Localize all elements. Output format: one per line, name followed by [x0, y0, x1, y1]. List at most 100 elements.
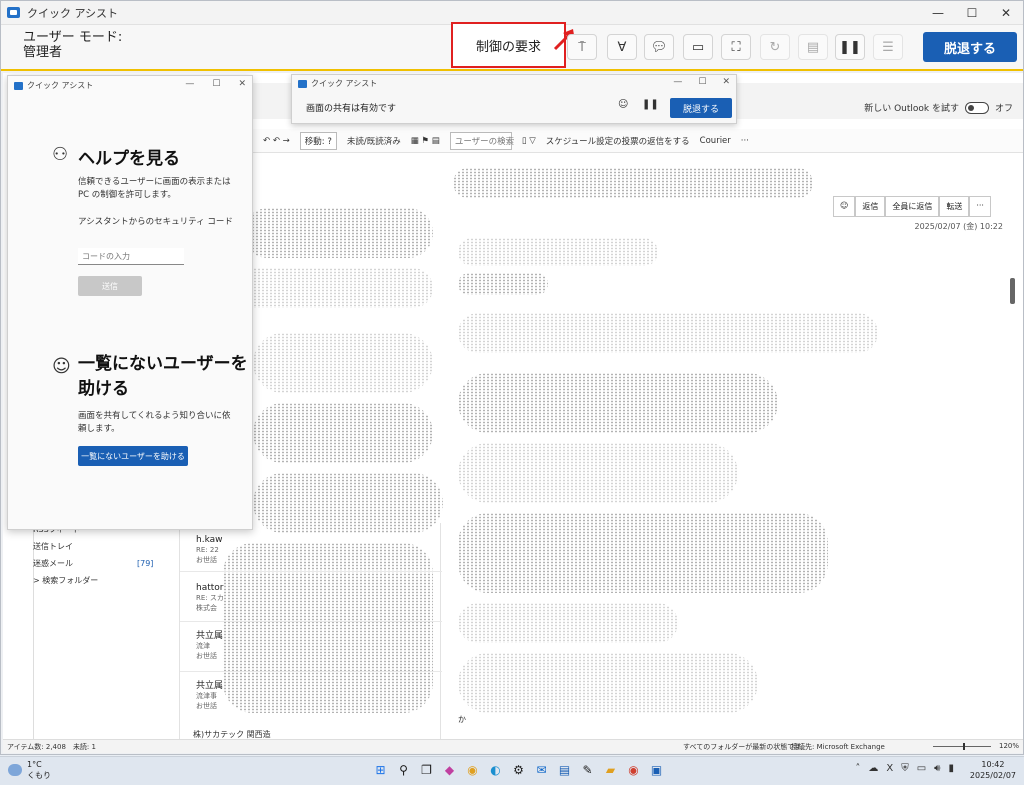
emoji-icon[interactable]: ☺ [833, 196, 856, 217]
restart-icon[interactable]: ↻ [760, 34, 790, 60]
mini-leave-button[interactable]: 脱退する [670, 98, 732, 118]
more-icon[interactable]: ☰ [873, 34, 903, 60]
chat-icon[interactable]: ☺ [618, 99, 628, 110]
blurred-content [458, 373, 778, 433]
list-item[interactable]: h.kaw RE: 22 お世話 [196, 535, 223, 565]
start-icon[interactable]: ⊞ [372, 760, 389, 780]
monitor-icon[interactable]: ▭ [683, 34, 713, 60]
forward-button[interactable]: 転送 [939, 196, 970, 217]
security-code-label: アシスタントからのセキュリティ コード [78, 217, 233, 227]
close-button[interactable]: ✕ [989, 1, 1023, 25]
mini-quick-assist-bar: クイック アシスト — ☐ ✕ 画面の共有は有効です ☺ ❚❚ 脱退する [291, 74, 737, 124]
quick-assist-app-icon [7, 7, 20, 18]
undo-icon[interactable]: ↶ ↶ → [263, 136, 290, 146]
minimize-button[interactable]: — [673, 77, 682, 87]
folder-item[interactable]: > 検索フォルダー [33, 572, 153, 589]
copilot-icon[interactable]: ◆ [441, 760, 458, 780]
pause-icon[interactable]: ❚❚ [835, 34, 865, 60]
user-mode: ユーザー モード: 管理者 [23, 30, 122, 60]
laser-pointer-icon[interactable]: ⍑ [567, 34, 597, 60]
quick-assist-window: クイック アシスト — ☐ ✕ ユーザー モード: 管理者 制御の要求 ⍑ ∀ … [0, 0, 1024, 755]
task-manager-icon[interactable]: ▤ [798, 34, 828, 60]
clock-time: 10:42 [981, 760, 1005, 769]
remote-screen[interactable]: 新しい Outlook を試す オフ ↶ ↶ → 移動: ? 未読/既読済み ▦… [3, 73, 1023, 753]
weather-widget[interactable]: 1°C くもり [8, 759, 51, 781]
schedule-poll-button[interactable]: スケジュール設定の投票の返信をする [546, 135, 690, 147]
folder-item[interactable]: 送信トレイ [33, 538, 153, 555]
blurred-content [458, 443, 738, 503]
display-icon[interactable]: ▭ [917, 763, 926, 774]
maximize-button[interactable]: ☐ [698, 77, 706, 87]
blurred-content [458, 273, 548, 295]
onedrive-icon[interactable]: ☁ [868, 763, 878, 774]
leave-button[interactable]: 脱退する [923, 32, 1017, 62]
zoom-slider[interactable] [933, 743, 991, 750]
clock[interactable]: 10:42 2025/02/07 [970, 759, 1016, 781]
category-icon[interactable]: ▦ ⚑ ▤ [411, 136, 440, 146]
outlook-icon[interactable]: ✉ [533, 760, 550, 780]
weather-temp: 1°C [27, 760, 42, 769]
blurred-content [453, 168, 813, 198]
pause-icon[interactable]: ❚❚ [642, 99, 659, 110]
edge-icon[interactable]: ◐ [487, 760, 504, 780]
notepad-icon[interactable]: ▤ [556, 760, 573, 780]
list-item[interactable]: hattor RE: スカ 株式会 [196, 583, 224, 613]
x-icon[interactable]: X [886, 763, 893, 774]
mail-date: 2025/02/07 (金) 10:22 [914, 222, 1004, 231]
minimize-button[interactable]: — [921, 1, 955, 25]
chrome-icon[interactable]: ◉ [464, 760, 481, 780]
reply-all-button[interactable]: 全員に返信 [885, 196, 940, 217]
send-button[interactable]: 送信 [78, 276, 142, 296]
divider [180, 621, 442, 622]
chat-icon[interactable]: 💬︎ [644, 34, 674, 60]
quick-assist-app-icon [298, 79, 307, 88]
help-panel-title: クイック アシスト [14, 80, 93, 91]
ribbon-more-button[interactable]: ··· [741, 136, 749, 146]
unread-read-button[interactable]: 未読/既読済み [347, 135, 401, 147]
list-item[interactable]: 共立属 流津 お世話 [196, 631, 223, 661]
volume-icon[interactable]: 🔊︎ [934, 763, 940, 774]
chevron-up-icon[interactable]: ˄ [855, 763, 860, 774]
blurred-content [458, 603, 678, 643]
mail-preview: お世話 [196, 556, 217, 564]
annotate-icon[interactable]: ∀ [607, 34, 637, 60]
outlook-ribbon: ↶ ↶ → 移動: ? 未読/既読済み ▦ ⚑ ▤ ユーザーの検索 ▯ ▽ スケ… [253, 129, 1023, 153]
close-button[interactable]: ✕ [722, 77, 730, 87]
zoom-level: 120% [998, 742, 1019, 750]
security-icon[interactable]: ⛨ [901, 763, 909, 774]
security-code-input[interactable] [78, 248, 184, 265]
minimize-button[interactable]: — [185, 79, 194, 89]
unread-count-badge: [79] [137, 559, 154, 568]
folder-item[interactable]: 迷惑メール [79] [33, 555, 153, 572]
settings-icon[interactable]: ⚙ [510, 760, 527, 780]
unread-count: 未読: 1 [72, 743, 96, 751]
filter-icon[interactable]: ▯ ▽ [522, 136, 536, 146]
divider [180, 571, 442, 572]
fullscreen-icon[interactable]: ⛶ [721, 34, 751, 60]
help-unlisted-heading: 一覧にないユーザーを助ける [78, 354, 248, 399]
quick-assist-taskbar-icon[interactable]: ▣ [648, 760, 665, 780]
font-dropdown[interactable]: Courier [700, 136, 731, 146]
blurred-content [253, 333, 433, 393]
help-unlisted-button[interactable]: 一覧にないユーザーを助ける [78, 446, 188, 466]
mail-preview: お世話 [196, 652, 217, 660]
move-dropdown[interactable]: 移動: ? [299, 131, 337, 150]
blurred-content [243, 208, 433, 258]
reply-button[interactable]: 返信 [855, 196, 886, 217]
task-view-icon[interactable]: ❐ [418, 760, 435, 780]
chrome-icon-2[interactable]: ◉ [625, 760, 642, 780]
search-user-input[interactable]: ユーザーの検索 [449, 131, 514, 150]
new-outlook-toggle[interactable] [964, 101, 989, 114]
close-button[interactable]: ✕ [238, 79, 246, 89]
list-item[interactable]: 共立属 流津事 お世話 [196, 681, 223, 711]
search-icon[interactable]: ⚲ [395, 760, 412, 780]
maximize-button[interactable]: ☐ [955, 1, 989, 25]
try-new-outlook[interactable]: 新しい Outlook を試す オフ [864, 101, 1013, 114]
maximize-button[interactable]: ☐ [212, 79, 220, 89]
scrollbar[interactable] [1010, 278, 1015, 304]
blurred-content [458, 513, 828, 593]
word-icon[interactable]: ✎ [579, 760, 596, 780]
folder-icon[interactable]: ▰ [602, 760, 619, 780]
reply-more-button[interactable]: ··· [969, 196, 991, 217]
battery-icon[interactable]: ▮ [948, 763, 954, 774]
